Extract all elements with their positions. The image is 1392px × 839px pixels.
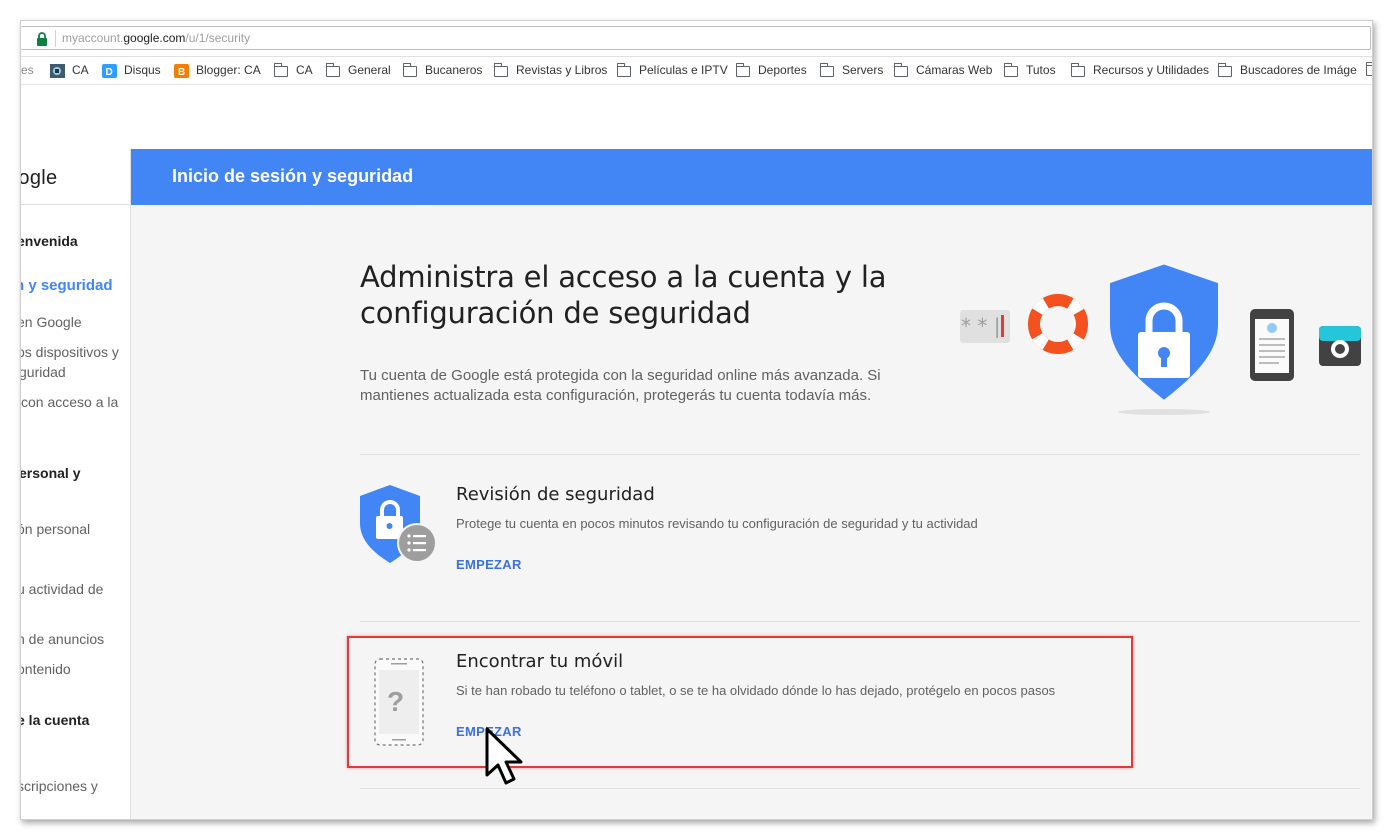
url-field[interactable]: myaccount.google.com/u/1/security — [21, 26, 1371, 50]
sidebar-item-security[interactable]: n y seguridad — [21, 276, 113, 296]
sidebar-item-personal[interactable]: ón personal — [21, 519, 90, 539]
page-header: Inicio de sesión y seguridad — [131, 149, 1372, 205]
bookmark-item[interactable]: Servers — [820, 62, 884, 77]
mouse-cursor-icon — [485, 727, 523, 785]
phone-icon — [1250, 309, 1294, 381]
browser-window: myaccount.google.com/u/1/security res CA… — [20, 20, 1373, 820]
sidebar-item-google-signin[interactable]: en Google — [21, 312, 82, 332]
shield-icon — [1110, 264, 1218, 415]
sidebar-item-subscriptions[interactable]: scripciones y — [21, 776, 98, 796]
security-checkup-title: Revisión de seguridad — [456, 484, 655, 505]
folder-icon — [1071, 62, 1086, 77]
security-checkup-icon — [360, 485, 437, 563]
folder-icon — [736, 62, 751, 77]
bookmark-item[interactable]: General — [326, 62, 391, 77]
sidebar-item-devices-cont: guridad — [21, 364, 66, 380]
sidebar-item-ads[interactable]: n de anuncios — [21, 629, 104, 649]
google-logo[interactable]: oogle — [21, 167, 57, 190]
sidebar-item-content[interactable]: ontenido — [21, 659, 71, 679]
bookmark-label: Servers — [842, 63, 884, 77]
bookmark-item[interactable]: Tutos — [1004, 62, 1056, 77]
bookmark-label: Cámaras Web — [916, 63, 993, 77]
bookmark-label: Películas e IPTV — [639, 63, 728, 77]
disqus-icon: D — [102, 63, 117, 78]
bookmark-item[interactable]: D Disqus — [102, 63, 161, 78]
bookmark-item[interactable]: Buscadores de Imáge — [1218, 62, 1357, 77]
camera-icon — [1319, 326, 1361, 366]
url-path: /u/1/security — [185, 31, 251, 45]
page-top-area — [21, 85, 1372, 149]
bookmarks-bar: res CA D Disqus B Blogger: CA CA General… — [21, 57, 1372, 85]
bookmark-item[interactable]: CA — [274, 62, 313, 77]
bookmark-label: Blogger: CA — [196, 63, 261, 77]
security-checkup-start-button[interactable]: EMPEZAR — [456, 557, 522, 572]
sidebar-item-personal-info[interactable]: ersonal y — [21, 463, 80, 483]
security-illustration: * * | — [960, 264, 1361, 415]
url-host: google.com — [123, 31, 186, 45]
section-divider — [360, 788, 1360, 789]
security-checkup-description: Protege tu cuenta en pocos minutos revis… — [456, 516, 978, 531]
sidebar-item-devices[interactable]: os dispositivos y — [21, 342, 119, 362]
folder-icon — [274, 62, 289, 77]
folder-icon — [403, 62, 418, 77]
bookmark-label: Tutos — [1026, 63, 1056, 77]
sidebar: oogle envenida n y seguridad en Google o… — [21, 149, 131, 819]
folder-icon — [1366, 62, 1372, 76]
folder-icon — [494, 62, 509, 77]
highlight-box — [347, 636, 1133, 768]
blogger-icon: B — [174, 63, 189, 78]
bookmark-item[interactable]: Recursos y Utilidades — [1071, 62, 1210, 77]
bookmark-label: Buscadores de Imáge — [1240, 63, 1357, 77]
folder-icon — [1218, 62, 1233, 77]
svg-text:B: B — [178, 67, 185, 78]
bookmark-item[interactable]: CA — [50, 63, 89, 78]
bookmark-label: Recursos y Utilidades — [1093, 63, 1210, 77]
bookmark-item[interactable]: Revistas y Libros — [494, 62, 608, 77]
bookmark-item[interactable]: res — [21, 63, 34, 77]
page-description: Tu cuenta de Google está protegida con l… — [360, 367, 881, 404]
site-icon — [50, 63, 65, 78]
bookmark-label: res — [21, 63, 34, 77]
bookmark-label: Deportes — [758, 63, 807, 77]
folder-icon — [326, 62, 341, 77]
svg-text:D: D — [106, 67, 113, 78]
bookmark-label: Bucaneros — [425, 63, 483, 77]
password-text: * * | — [961, 314, 1000, 338]
lifebuoy-icon — [1028, 294, 1088, 354]
folder-icon — [894, 62, 909, 77]
lock-icon — [37, 32, 47, 46]
bookmark-label: CA — [296, 63, 313, 77]
password-icon: * * | — [960, 310, 1010, 343]
bookmark-item[interactable]: Cámaras Web — [894, 62, 993, 77]
bookmark-label: CA — [72, 63, 89, 77]
bookmark-item[interactable] — [1366, 62, 1372, 76]
folder-icon — [820, 62, 835, 77]
url-prefix: myaccount. — [62, 31, 124, 45]
bookmark-label: Revistas y Libros — [516, 63, 608, 77]
page-title: Administra el acceso a la cuenta y la co… — [360, 260, 887, 330]
folder-icon — [617, 62, 632, 77]
bookmark-item[interactable]: Deportes — [736, 62, 807, 77]
url-separator — [55, 30, 56, 47]
section-divider — [360, 454, 1360, 455]
sidebar-item-welcome[interactable]: envenida — [21, 231, 78, 251]
bookmark-item[interactable]: B Blogger: CA — [174, 63, 261, 78]
sidebar-item-account-prefs[interactable]: e la cuenta — [21, 710, 89, 730]
sidebar-divider — [21, 204, 130, 205]
bookmark-item[interactable]: Bucaneros — [403, 62, 483, 77]
address-bar: myaccount.google.com/u/1/security — [21, 21, 1372, 57]
bookmark-label: Disqus — [124, 63, 161, 77]
folder-icon — [1004, 62, 1019, 77]
bookmark-label: General — [348, 63, 391, 77]
section-divider — [360, 621, 1360, 622]
sidebar-item-apps-access[interactable]: con acceso a la — [21, 392, 118, 412]
url-text[interactable]: myaccount.google.com/u/1/security — [62, 31, 250, 45]
bookmark-item[interactable]: Películas e IPTV — [617, 62, 728, 77]
sidebar-item-activity[interactable]: u actividad de — [21, 579, 103, 599]
page-header-title: Inicio de sesión y seguridad — [172, 166, 414, 186]
